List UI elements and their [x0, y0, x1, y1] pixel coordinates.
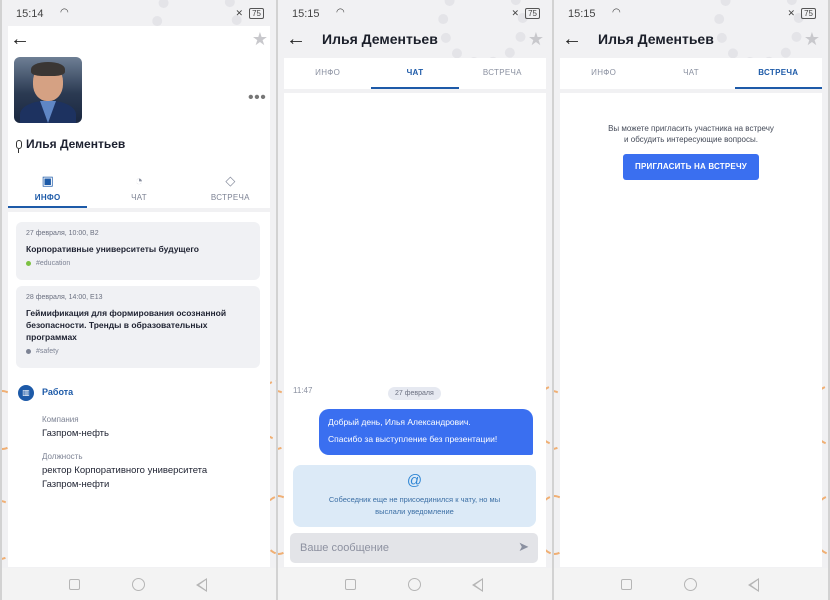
mute-icon: ✕	[787, 8, 796, 18]
tab-chat[interactable]: ◔ ЧАТ	[93, 166, 184, 210]
event-card[interactable]: 28 февраля, 14:00, E13 Геймификация для …	[16, 286, 260, 368]
event-tag: #education	[26, 260, 250, 267]
wifi-icon: ◠	[336, 7, 345, 18]
header-name: Илья Дементьев	[598, 31, 714, 47]
home-icon[interactable]	[132, 578, 145, 591]
company-label: Компания	[42, 415, 79, 424]
profile-tabs: ▣ ИНФО ◔ ЧАТ ◇ ВСТРЕЧА	[2, 166, 276, 210]
phone-screen-info: 15:14 ◠ ✕ 75 ← ★ ••• Илья Дементьев ▣ ИНФ…	[2, 0, 276, 600]
profile-name: Илья Дементьев	[26, 137, 126, 151]
event-card[interactable]: 27 февраля, 10:00, B2 Корпоративные унив…	[16, 222, 260, 280]
mute-icon: ✕	[511, 8, 520, 18]
battery-icon: 75	[525, 8, 540, 19]
section-tabs: ИНФО ЧАТ ВСТРЕЧА	[560, 58, 823, 89]
mute-icon: ✕	[235, 8, 244, 18]
section-tabs: ИНФО ЧАТ ВСТРЕЧА	[284, 58, 546, 89]
battery-icon: 75	[249, 8, 264, 19]
tab-meeting[interactable]: ◇ ВСТРЕЧА	[185, 166, 276, 210]
recent-apps-icon[interactable]	[621, 579, 632, 590]
event-tag: #safety	[26, 348, 250, 355]
wifi-icon: ◠	[60, 7, 69, 18]
back-nav-icon[interactable]	[748, 578, 759, 592]
message-line: Спасибо за выступление без презентации!	[328, 434, 498, 444]
invite-description: Вы можете пригласить участника на встреч…	[608, 124, 774, 144]
status-bar: 15:14 ◠ ✕ 75	[2, 0, 276, 26]
building-icon: ▥	[18, 385, 34, 401]
date-separator: 27 февраля	[388, 387, 441, 400]
notice-banner: @ Собеседник еще не присоединился к чату…	[293, 465, 536, 527]
outgoing-message[interactable]: Добрый день, Илья Александрович. Спасибо…	[319, 409, 533, 455]
id-card-icon: ▣	[41, 173, 54, 188]
wifi-icon: ◠	[612, 7, 621, 18]
microphone-icon	[16, 139, 22, 153]
system-nav-bar	[554, 568, 828, 600]
message-input[interactable]	[300, 538, 500, 558]
profile-name-row: Илья Дементьев	[16, 137, 126, 153]
position-label: Должность	[42, 452, 83, 461]
back-arrow-icon[interactable]: ←	[562, 28, 582, 51]
tab-meeting[interactable]: ВСТРЕЧА	[734, 58, 823, 89]
status-time: 15:15	[292, 8, 320, 20]
message-input-bar: ➤	[290, 533, 538, 563]
phone-screen-chat: 15:15 ◠ ✕ 75 ← Илья Дементьев ★ ИНФО ЧАТ …	[278, 0, 552, 600]
event-meta: 27 февраля, 10:00, B2	[26, 230, 99, 237]
at-sign-icon: @	[406, 472, 423, 489]
status-time: 15:15	[568, 8, 596, 20]
avatar	[14, 57, 82, 123]
home-icon[interactable]	[684, 578, 697, 591]
favorite-star-icon[interactable]: ★	[252, 29, 268, 50]
chat-bubble-icon: ◔	[135, 173, 143, 188]
status-bar: 15:15 ◠ ✕ 75	[554, 0, 828, 26]
message-time: 11:47	[293, 386, 313, 395]
tag-dot-icon	[26, 261, 31, 266]
header-name: Илья Дементьев	[322, 31, 438, 47]
favorite-star-icon[interactable]: ★	[804, 29, 820, 50]
recent-apps-icon[interactable]	[345, 579, 356, 590]
event-meta: 28 февраля, 14:00, E13	[26, 294, 103, 301]
tab-chat[interactable]: ЧАТ	[647, 58, 734, 89]
notice-text: Собеседник еще не присоединился к чату, …	[328, 495, 501, 516]
system-nav-bar	[278, 568, 552, 600]
event-title: Геймификация для формирования осознанной…	[26, 308, 227, 342]
work-heading: Работа	[42, 387, 74, 397]
tab-info[interactable]: ▣ ИНФО	[2, 166, 93, 210]
tab-info[interactable]: ИНФО	[284, 58, 371, 89]
invite-to-meeting-button[interactable]: ПРИГЛАСИТЬ НА ВСТРЕЧУ	[623, 154, 759, 180]
back-nav-icon[interactable]	[472, 578, 483, 592]
position-value: ректор Корпоративного университета Газпр…	[42, 465, 208, 490]
recent-apps-icon[interactable]	[69, 579, 80, 590]
company-value: Газпром-нефть	[42, 428, 109, 439]
event-title: Корпоративные университеты будущего	[26, 244, 199, 254]
home-icon[interactable]	[408, 578, 421, 591]
tab-chat[interactable]: ЧАТ	[371, 58, 459, 89]
handshake-icon: ◇	[225, 173, 236, 188]
phone-screen-meeting: 15:15 ◠ ✕ 75 ← Илья Дементьев ★ ИНФО ЧАТ …	[554, 0, 828, 600]
status-time: 15:14	[16, 8, 44, 20]
back-arrow-icon[interactable]: ←	[286, 28, 306, 51]
back-arrow-icon[interactable]: ←	[10, 28, 30, 51]
message-line: Добрый день, Илья Александрович.	[328, 417, 471, 427]
tag-dot-icon	[26, 349, 31, 354]
system-nav-bar	[2, 568, 276, 600]
favorite-star-icon[interactable]: ★	[528, 29, 544, 50]
status-bar: 15:15 ◠ ✕ 75	[278, 0, 552, 26]
more-options-icon[interactable]: •••	[248, 89, 266, 107]
tab-info[interactable]: ИНФО	[560, 58, 647, 89]
battery-icon: 75	[801, 8, 816, 19]
back-nav-icon[interactable]	[196, 578, 207, 592]
send-icon[interactable]: ➤	[518, 539, 529, 555]
tab-meeting[interactable]: ВСТРЕЧА	[459, 58, 546, 89]
